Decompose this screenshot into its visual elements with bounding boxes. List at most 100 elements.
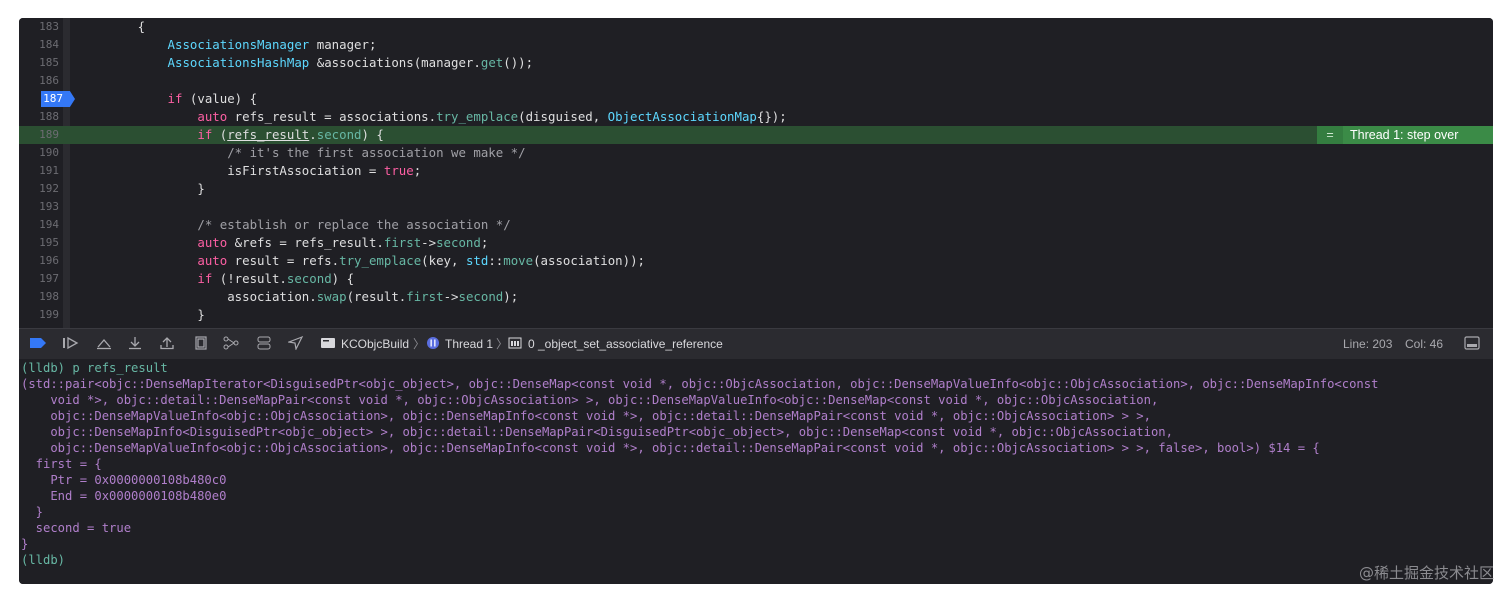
- environment-overrides-icon[interactable]: [256, 336, 272, 352]
- thread-status-text: Thread 1: step over: [1350, 128, 1459, 142]
- code-token: second: [458, 289, 504, 304]
- code-line[interactable]: 190 /* it's the first association we mak…: [19, 144, 1493, 162]
- continue-icon[interactable]: [62, 336, 80, 352]
- hide-console-icon[interactable]: [1464, 336, 1480, 352]
- lldb-console[interactable]: (lldb) p refs_result (std::pair<objc::Den…: [19, 359, 1493, 584]
- code-line[interactable]: 185 AssociationsHashMap &associations(ma…: [19, 54, 1493, 72]
- breadcrumb-thread[interactable]: Thread 1: [445, 336, 493, 352]
- lldb-prompt: (lldb): [21, 553, 66, 567]
- code-token: AssociationsHashMap: [167, 55, 310, 70]
- line-number[interactable]: 195: [19, 234, 59, 252]
- code-line[interactable]: 188 auto refs_result = associations.try_…: [19, 108, 1493, 126]
- code-token: second: [316, 127, 362, 142]
- console-line: void *>, objc::detail::DenseMapPair<cons…: [21, 393, 1159, 407]
- code-token: /* establish or replace the association …: [197, 217, 511, 232]
- code-token: refs_result = associations.: [227, 109, 437, 124]
- code-token: swap: [316, 289, 347, 304]
- code-line[interactable]: 186: [19, 72, 1493, 90]
- line-number[interactable]: 191: [19, 162, 59, 180]
- code-token: ;: [413, 163, 422, 178]
- code-line[interactable]: 184 AssociationsManager manager;: [19, 36, 1493, 54]
- line-number[interactable]: 188: [19, 108, 59, 126]
- code-token: {});: [756, 109, 787, 124]
- line-number[interactable]: 199: [19, 306, 59, 324]
- breadcrumb-separator-icon: 〉: [413, 337, 426, 351]
- code-token: true: [383, 163, 414, 178]
- step-out-icon[interactable]: [159, 336, 175, 352]
- line-number[interactable]: 184: [19, 36, 59, 54]
- code-text: /* it's the first association we make */: [78, 144, 525, 162]
- code-line[interactable]: 198 association.swap(result.first->secon…: [19, 288, 1493, 306]
- instruction-pointer-icon: =: [1317, 126, 1343, 144]
- code-token: &associations(manager.: [309, 55, 481, 70]
- code-text: if (refs_result.second) {: [78, 126, 384, 144]
- debug-bar: KCObjcBuild 〉 Thread 1 〉 0 _object_set_a…: [19, 328, 1493, 360]
- code-token: result = refs.: [227, 253, 340, 268]
- line-number[interactable]: 196: [19, 252, 59, 270]
- memory-graph-icon[interactable]: [223, 336, 239, 352]
- code-token: }: [78, 307, 205, 322]
- breakpoint-line-number: 187: [43, 92, 63, 105]
- code-token: (result.: [346, 289, 407, 304]
- code-token: try_emplace: [436, 109, 519, 124]
- line-number[interactable]: 194: [19, 216, 59, 234]
- breadcrumb-frame[interactable]: 0 _object_set_associative_reference: [528, 336, 723, 352]
- code-token: auto: [197, 253, 228, 268]
- console-line: (lldb) p refs_result: [21, 360, 168, 376]
- line-indicator: Line: 203: [1343, 337, 1393, 351]
- code-line[interactable]: 197 if (!result.second) {: [19, 270, 1493, 288]
- code-token: ObjectAssociationMap: [607, 109, 757, 124]
- code-text: AssociationsManager manager;: [78, 36, 377, 54]
- line-number[interactable]: 190: [19, 144, 59, 162]
- code-token: .: [309, 127, 317, 142]
- code-token: first: [383, 235, 422, 250]
- thread-status-badge[interactable]: = Thread 1: step over: [1317, 126, 1493, 144]
- code-text: auto &refs = refs_result.first->second;: [78, 234, 488, 252]
- code-text: }: [78, 306, 205, 324]
- code-line[interactable]: 191 isFirstAssociation = true;: [19, 162, 1493, 180]
- watermark: @稀土掘金技术社区: [1358, 564, 1494, 582]
- breakpoints-toggle-icon[interactable]: [29, 336, 47, 352]
- line-number[interactable]: 198: [19, 288, 59, 306]
- breadcrumb-target[interactable]: KCObjcBuild: [341, 336, 409, 352]
- view-hierarchy-icon[interactable]: [193, 336, 209, 352]
- console-line: End = 0x0000000108b480e0: [21, 489, 227, 503]
- code-token: ->: [443, 289, 459, 304]
- simulate-location-icon[interactable]: [286, 335, 304, 352]
- console-line: objc::DenseMapValueInfo<objc::ObjcAssoci…: [21, 409, 1151, 423]
- code-line[interactable]: 187187 if (value) {: [19, 90, 1493, 108]
- code-line[interactable]: 183 {: [19, 18, 1493, 36]
- source-editor[interactable]: 183 {184 AssociationsManager manager; 185…: [19, 18, 1493, 328]
- code-line[interactable]: 194 /* establish or replace the associat…: [19, 216, 1493, 234]
- code-text: if (!result.second) {: [78, 270, 354, 288]
- code-line[interactable]: 192 }: [19, 180, 1493, 198]
- code-line[interactable]: 193: [19, 198, 1493, 216]
- code-line[interactable]: 196 auto result = refs.try_emplace(key, …: [19, 252, 1493, 270]
- line-number[interactable]: 183: [19, 18, 59, 36]
- code-line[interactable]: 189 if (refs_result.second) { = Thread 1: …: [19, 126, 1493, 144]
- code-token: (: [212, 127, 228, 142]
- line-number[interactable]: 192: [19, 180, 59, 198]
- code-line[interactable]: 199 }: [19, 306, 1493, 324]
- breakpoint-marker[interactable]: 187: [41, 91, 75, 107]
- step-into-icon[interactable]: [127, 336, 143, 352]
- line-number[interactable]: 197: [19, 270, 59, 288]
- code-token: (key,: [421, 253, 466, 268]
- target-app-icon: [320, 336, 336, 352]
- line-number[interactable]: 189: [19, 126, 59, 144]
- code-text: isFirstAssociation = true;: [78, 162, 421, 180]
- step-over-icon[interactable]: [96, 336, 112, 352]
- code-line[interactable]: 195 auto &refs = refs_result.first->seco…: [19, 234, 1493, 252]
- line-number[interactable]: 193: [19, 198, 59, 216]
- code-token: &refs = refs_result.: [227, 235, 384, 250]
- line-number[interactable]: 186: [19, 72, 59, 90]
- line-number[interactable]: 185: [19, 54, 59, 72]
- code-text: auto refs_result = associations.try_empl…: [78, 108, 787, 126]
- code-token: manager;: [309, 37, 377, 52]
- code-token: ) {: [331, 271, 355, 286]
